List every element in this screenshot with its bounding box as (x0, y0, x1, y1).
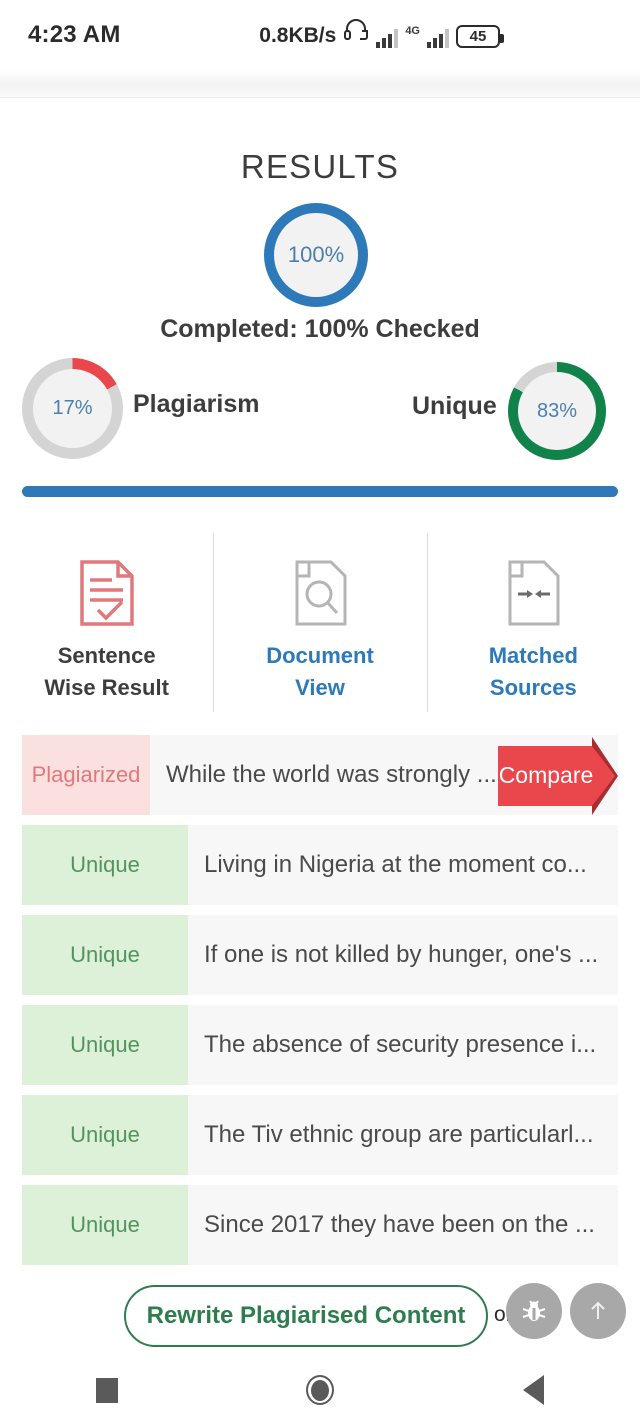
square-recents-icon (95, 1377, 118, 1403)
tab-line1: Sentence (57, 643, 156, 668)
sentence-text: The absence of security presence i... (204, 1031, 597, 1058)
bug-icon (519, 1296, 549, 1326)
completed-status-text: Completed: 100% Checked (160, 315, 480, 343)
status-badge: Unique (22, 1005, 188, 1085)
overall-progress-value: 100% (274, 213, 358, 297)
table-row[interactable]: Unique Living in Nigeria at the moment c… (22, 825, 618, 905)
page-title: RESULTS (240, 148, 400, 185)
tab-label-document-view: Document View (266, 640, 374, 704)
tab-matched-sources[interactable]: Matched Sources (426, 530, 640, 715)
phone-screen: 4:23 AM 0.8KB/s 4G 45 RESULTS 100% Compl… (0, 0, 640, 1422)
android-navigation-bar (0, 1358, 640, 1422)
tab-line2: Wise Result (44, 675, 169, 700)
document-search-icon (289, 558, 351, 628)
sentence-text: The Tiv ethnic group are particularl... (204, 1121, 594, 1148)
tab-label-sentence-wise: Sentence Wise Result (44, 640, 169, 704)
rewrite-plagiarised-content-button[interactable]: Rewrite Plagiarised Content (124, 1285, 488, 1347)
battery-icon: 45 (456, 25, 504, 48)
table-row[interactable]: Unique Since 2017 they have been on the … (22, 1185, 618, 1265)
sentence-results-list: Plagiarized While the world was strongly… (22, 735, 618, 1275)
document-match-icon (502, 558, 564, 628)
sentence-text: If one is not killed by hunger, one's ..… (204, 941, 599, 968)
report-bug-button[interactable] (506, 1283, 562, 1339)
unique-donut: 83% (508, 362, 606, 460)
tab-line2: View (295, 675, 345, 700)
table-row[interactable]: Unique The absence of security presence … (22, 1005, 618, 1085)
signal-bars-sim2-icon (427, 28, 449, 48)
triangle-back-icon (522, 1375, 544, 1405)
plagiarism-donut: 17% (22, 358, 123, 459)
status-badge: Unique (22, 1095, 188, 1175)
circle-home-icon (305, 1375, 334, 1405)
progress-bar (22, 486, 618, 497)
view-tabs: Sentence Wise Result Document View Match… (0, 530, 640, 715)
recents-button[interactable] (71, 1358, 143, 1422)
unique-label: Unique (412, 392, 497, 420)
arrow-up-icon (586, 1298, 610, 1324)
table-row[interactable]: Unique If one is not killed by hunger, o… (22, 915, 618, 995)
battery-level-label: 45 (469, 28, 487, 45)
tab-line1: Document (266, 643, 374, 668)
headphone-icon (343, 17, 369, 46)
tab-line2: Sources (489, 675, 577, 700)
sentence-text: Living in Nigeria at the moment co... (204, 851, 587, 878)
plagiarism-value: 17% (33, 369, 112, 448)
table-row[interactable]: Unique The Tiv ethnic group are particul… (22, 1095, 618, 1175)
network-speed-label: 0.8KB/s (259, 24, 337, 47)
home-button[interactable] (284, 1358, 356, 1422)
status-bar: 4:23 AM 0.8KB/s 4G 45 (0, 0, 640, 70)
tab-label-matched-sources: Matched Sources (489, 640, 578, 704)
overall-progress-donut: 100% (264, 203, 368, 307)
status-bar-time: 4:23 AM (28, 21, 121, 48)
scroll-to-top-button[interactable] (570, 1283, 626, 1339)
tab-sentence-wise-result[interactable]: Sentence Wise Result (0, 530, 213, 715)
status-badge: Plagiarized (22, 735, 150, 815)
browser-chrome-strip (0, 70, 640, 98)
tab-line1: Matched (488, 643, 578, 668)
sentence-text: Since 2017 they have been on the ... (204, 1211, 595, 1238)
status-badge: Unique (22, 825, 188, 905)
plagiarism-label: Plagiarism (133, 390, 260, 418)
status-bar-indicators: 0.8KB/s 4G 45 (259, 17, 504, 48)
tab-document-view[interactable]: Document View (213, 530, 426, 715)
compare-button[interactable]: Compare (498, 737, 618, 815)
network-type-label: 4G (405, 25, 420, 37)
unique-value: 83% (518, 372, 596, 450)
status-badge: Unique (22, 1185, 188, 1265)
sentence-text: While the world was strongly ... (166, 761, 497, 788)
table-row[interactable]: Plagiarized While the world was strongly… (22, 735, 618, 815)
signal-bars-sim1-icon (376, 28, 399, 48)
compare-button-label: Compare (499, 762, 594, 788)
status-badge: Unique (22, 915, 188, 995)
document-check-icon (76, 558, 138, 628)
back-button[interactable] (497, 1358, 569, 1422)
